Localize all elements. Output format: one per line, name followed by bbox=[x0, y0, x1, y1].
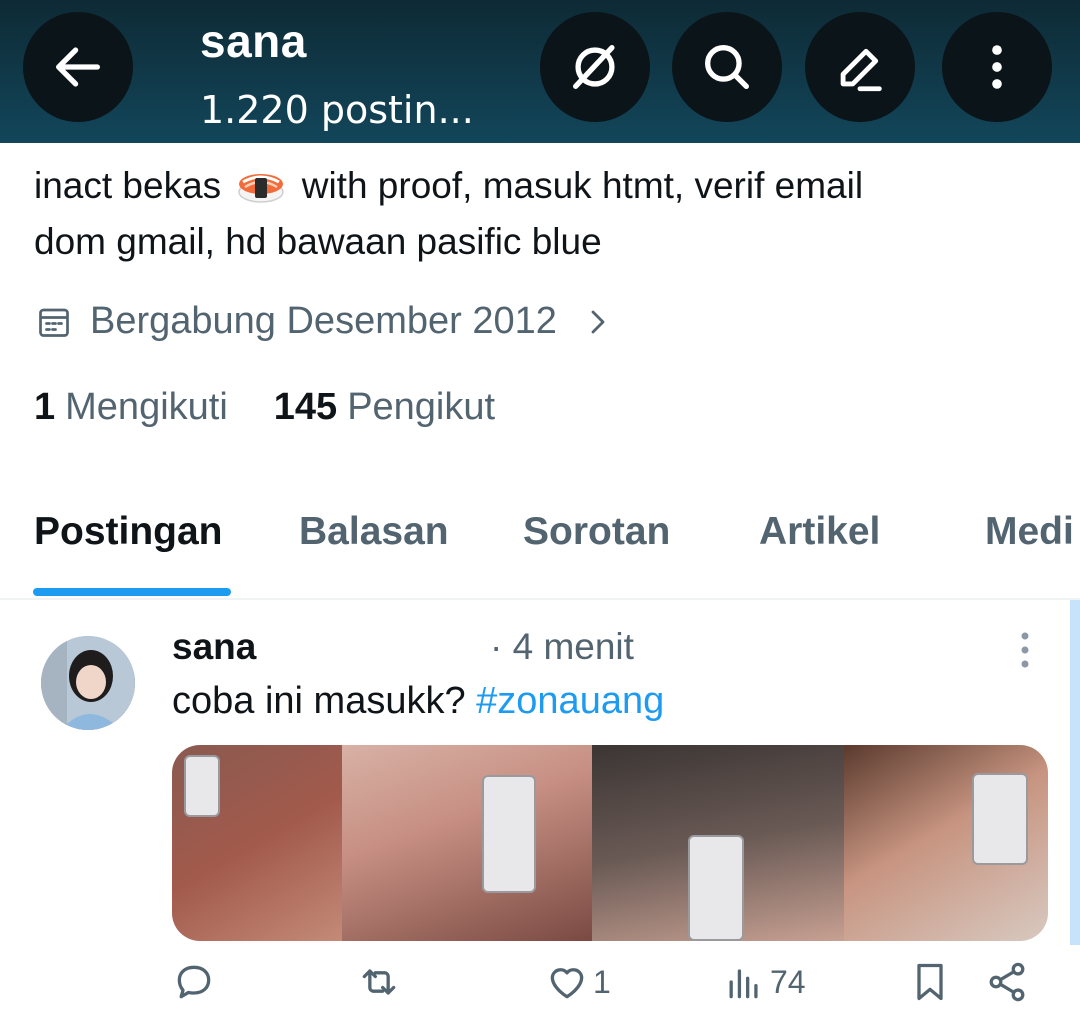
bookmark-button[interactable] bbox=[908, 960, 952, 1004]
post-actions: 1 74 bbox=[0, 960, 1080, 1032]
tab-media[interactable]: Medi bbox=[985, 510, 1074, 554]
avatar[interactable] bbox=[41, 636, 135, 730]
profile-bio: inact bekas with proof, masuk htmt, veri… bbox=[34, 158, 1034, 270]
repost-icon bbox=[362, 969, 396, 995]
more-options-button[interactable] bbox=[942, 12, 1052, 122]
bio-text-3: dom gmail, hd bawaan pasific blue bbox=[34, 221, 602, 262]
post-text: coba ini masukk? #zonauang bbox=[172, 680, 664, 723]
more-vertical-icon bbox=[992, 45, 1002, 89]
post-media[interactable] bbox=[172, 745, 1048, 941]
share-icon bbox=[989, 962, 1025, 1002]
grok-icon bbox=[573, 45, 615, 89]
post-timestamp[interactable]: · 4 menit bbox=[490, 626, 634, 668]
views-chart-icon bbox=[729, 969, 758, 999]
followers-count: 145 bbox=[273, 386, 338, 428]
reply-button[interactable] bbox=[172, 960, 216, 1004]
post-text-body: coba ini masukk? bbox=[172, 680, 466, 722]
thread-indicator bbox=[1070, 600, 1080, 945]
profile-header: sana 1.220 postin... bbox=[0, 0, 1080, 143]
views-button[interactable]: 74 bbox=[722, 960, 806, 1004]
tab-artikel[interactable]: Artikel bbox=[759, 510, 880, 554]
following-link[interactable]: 1 Mengikuti bbox=[34, 386, 228, 429]
post-author[interactable]: sana bbox=[172, 626, 256, 668]
sushi-emoji-icon bbox=[238, 174, 285, 203]
pencil-icon bbox=[840, 48, 882, 92]
like-count: 1 bbox=[593, 963, 611, 1000]
bookmark-icon bbox=[917, 963, 943, 1001]
tab-balasan[interactable]: Balasan bbox=[299, 510, 449, 554]
grok-button[interactable] bbox=[540, 12, 650, 122]
joined-row[interactable]: Bergabung Desember 2012 bbox=[36, 300, 613, 343]
following-label: Mengikuti bbox=[65, 386, 228, 428]
arrow-left-icon bbox=[56, 47, 100, 87]
repost-button[interactable] bbox=[357, 960, 401, 1004]
tab-sorotan[interactable]: Sorotan bbox=[523, 510, 670, 554]
active-tab-indicator bbox=[33, 588, 231, 596]
reply-icon bbox=[177, 965, 211, 999]
media-image-1[interactable] bbox=[172, 745, 342, 941]
media-image-3[interactable] bbox=[592, 745, 844, 941]
following-count: 1 bbox=[34, 386, 56, 428]
profile-tabs: Postingan Balasan Sorotan Artikel Medi bbox=[0, 510, 1080, 598]
followers-label: Pengikut bbox=[347, 386, 496, 428]
media-image-2[interactable] bbox=[342, 745, 592, 941]
like-button[interactable]: 1 bbox=[545, 960, 611, 1004]
heart-icon bbox=[550, 968, 584, 999]
calendar-icon bbox=[39, 308, 69, 337]
edit-button[interactable] bbox=[805, 12, 915, 122]
tab-postingan[interactable]: Postingan bbox=[34, 510, 223, 554]
joined-date: Bergabung Desember 2012 bbox=[90, 300, 557, 342]
search-icon bbox=[705, 45, 749, 89]
chevron-right-icon bbox=[591, 310, 605, 333]
post-hashtag[interactable]: #zonauang bbox=[476, 680, 664, 722]
share-button[interactable] bbox=[985, 960, 1029, 1004]
view-count: 74 bbox=[770, 963, 806, 1000]
avatar-image bbox=[41, 636, 135, 730]
header-post-count: 1.220 postin... bbox=[200, 88, 474, 132]
media-image-4[interactable] bbox=[844, 745, 1048, 941]
header-name: sana bbox=[200, 15, 307, 67]
back-button[interactable] bbox=[23, 12, 133, 122]
bio-text-2: with proof, masuk htmt, verif email bbox=[301, 165, 864, 206]
bio-text-1: inact bekas bbox=[34, 165, 222, 206]
follow-stats: 1 Mengikuti 145 Pengikut bbox=[34, 386, 541, 429]
search-button[interactable] bbox=[672, 12, 782, 122]
followers-link[interactable]: 145 Pengikut bbox=[274, 386, 495, 429]
post-more-icon[interactable] bbox=[1010, 630, 1040, 670]
